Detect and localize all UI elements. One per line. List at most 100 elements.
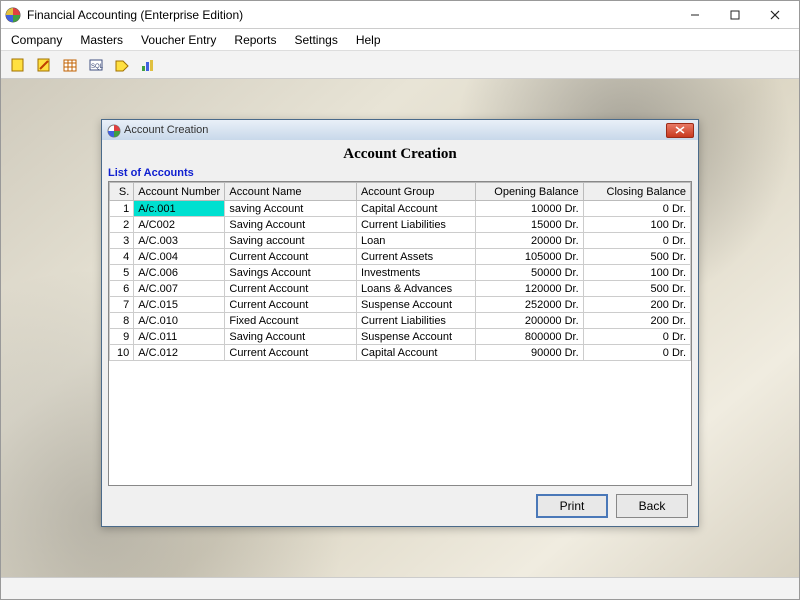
col-account-name[interactable]: Account Name	[225, 183, 357, 201]
list-title: List of Accounts	[108, 167, 692, 179]
cell-account-name: saving Account	[225, 201, 357, 217]
cell-closing: 500 Dr.	[583, 249, 690, 265]
table-row[interactable]: 10A/C.012Current AccountCapital Account9…	[110, 345, 691, 361]
cell-opening: 90000 Dr.	[476, 345, 583, 361]
close-button[interactable]	[755, 3, 795, 27]
cell-account-name: Current Account	[225, 345, 357, 361]
cell-closing: 0 Dr.	[583, 201, 690, 217]
cell-opening: 252000 Dr.	[476, 297, 583, 313]
main-window: Financial Accounting (Enterprise Edition…	[0, 0, 800, 600]
cell-account-number: A/C002	[134, 217, 225, 233]
app-icon	[5, 7, 21, 23]
window-controls	[675, 3, 795, 27]
toolbar-edit-icon[interactable]	[33, 55, 55, 75]
back-button[interactable]: Back	[616, 494, 688, 518]
cell-opening: 105000 Dr.	[476, 249, 583, 265]
cell-closing: 0 Dr.	[583, 329, 690, 345]
cell-s: 8	[110, 313, 134, 329]
child-title: Account Creation	[124, 124, 208, 136]
menu-reports[interactable]: Reports	[234, 33, 276, 47]
child-close-button[interactable]	[666, 123, 694, 138]
table-row[interactable]: 4A/C.004Current AccountCurrent Assets105…	[110, 249, 691, 265]
cell-s: 4	[110, 249, 134, 265]
cell-account-name: Current Account	[225, 281, 357, 297]
window-title: Financial Accounting (Enterprise Edition…	[27, 8, 675, 22]
menu-masters[interactable]: Masters	[80, 33, 123, 47]
minimize-button[interactable]	[675, 3, 715, 27]
menu-settings[interactable]: Settings	[294, 33, 337, 47]
accounts-grid[interactable]: S. Account Number Account Name Account G…	[108, 181, 692, 486]
table-row[interactable]: 3A/C.003Saving accountLoan20000 Dr.0 Dr.	[110, 233, 691, 249]
toolbar-calendar-icon[interactable]	[59, 55, 81, 75]
col-account-number[interactable]: Account Number	[134, 183, 225, 201]
maximize-button[interactable]	[715, 3, 755, 27]
button-row: Print Back	[108, 486, 692, 520]
table-row[interactable]: 5A/C.006Savings AccountInvestments50000 …	[110, 265, 691, 281]
page-title: Account Creation	[102, 140, 698, 167]
svg-text:SQL: SQL	[91, 64, 104, 70]
cell-closing: 200 Dr.	[583, 313, 690, 329]
cell-account-name: Saving account	[225, 233, 357, 249]
statusbar	[1, 577, 799, 599]
child-app-icon	[106, 123, 120, 137]
cell-account-group: Current Liabilities	[356, 313, 475, 329]
cell-s: 6	[110, 281, 134, 297]
cell-s: 10	[110, 345, 134, 361]
cell-account-group: Loans & Advances	[356, 281, 475, 297]
cell-s: 2	[110, 217, 134, 233]
toolbar-new-icon[interactable]	[7, 55, 29, 75]
cell-account-number: A/C.003	[134, 233, 225, 249]
cell-account-group: Loan	[356, 233, 475, 249]
cell-opening: 15000 Dr.	[476, 217, 583, 233]
cell-account-name: Current Account	[225, 297, 357, 313]
child-titlebar: Account Creation	[102, 120, 698, 140]
cell-account-name: Fixed Account	[225, 313, 357, 329]
menubar: Company Masters Voucher Entry Reports Se…	[1, 29, 799, 51]
cell-opening: 10000 Dr.	[476, 201, 583, 217]
mdi-client-area: Account Creation Account Creation List o…	[1, 79, 799, 577]
table-row[interactable]: 7A/C.015Current AccountSuspense Account2…	[110, 297, 691, 313]
menu-company[interactable]: Company	[11, 33, 62, 47]
cell-account-number: A/C.004	[134, 249, 225, 265]
table-row[interactable]: 1A/c.001saving AccountCapital Account100…	[110, 201, 691, 217]
cell-opening: 20000 Dr.	[476, 233, 583, 249]
cell-account-name: Saving Account	[225, 329, 357, 345]
col-account-group[interactable]: Account Group	[356, 183, 475, 201]
cell-account-name: Current Account	[225, 249, 357, 265]
col-closing-balance[interactable]: Closing Balance	[583, 183, 690, 201]
cell-account-group: Current Liabilities	[356, 217, 475, 233]
cell-opening: 120000 Dr.	[476, 281, 583, 297]
cell-account-number: A/C.010	[134, 313, 225, 329]
print-button[interactable]: Print	[536, 494, 608, 518]
cell-account-number: A/C.007	[134, 281, 225, 297]
table-row[interactable]: 9A/C.011Saving AccountSuspense Account80…	[110, 329, 691, 345]
cell-s: 7	[110, 297, 134, 313]
cell-closing: 100 Dr.	[583, 217, 690, 233]
cell-account-group: Investments	[356, 265, 475, 281]
titlebar: Financial Accounting (Enterprise Edition…	[1, 1, 799, 29]
toolbar-sql-icon[interactable]: SQL	[85, 55, 107, 75]
table-header-row: S. Account Number Account Name Account G…	[110, 183, 691, 201]
col-s[interactable]: S.	[110, 183, 134, 201]
toolbar-tag-icon[interactable]	[111, 55, 133, 75]
col-opening-balance[interactable]: Opening Balance	[476, 183, 583, 201]
cell-account-group: Capital Account	[356, 345, 475, 361]
cell-opening: 800000 Dr.	[476, 329, 583, 345]
account-creation-window: Account Creation Account Creation List o…	[101, 119, 699, 527]
cell-s: 9	[110, 329, 134, 345]
cell-closing: 200 Dr.	[583, 297, 690, 313]
table-row[interactable]: 2A/C002Saving AccountCurrent Liabilities…	[110, 217, 691, 233]
cell-account-number: A/C.015	[134, 297, 225, 313]
menu-voucher-entry[interactable]: Voucher Entry	[141, 33, 216, 47]
cell-account-group: Suspense Account	[356, 297, 475, 313]
table-row[interactable]: 6A/C.007Current AccountLoans & Advances1…	[110, 281, 691, 297]
cell-opening: 50000 Dr.	[476, 265, 583, 281]
cell-closing: 0 Dr.	[583, 233, 690, 249]
menu-help[interactable]: Help	[356, 33, 381, 47]
cell-s: 1	[110, 201, 134, 217]
table-row[interactable]: 8A/C.010Fixed AccountCurrent Liabilities…	[110, 313, 691, 329]
toolbar: SQL	[1, 51, 799, 79]
cell-account-name: Savings Account	[225, 265, 357, 281]
toolbar-chart-icon[interactable]	[137, 55, 159, 75]
cell-account-number: A/C.006	[134, 265, 225, 281]
